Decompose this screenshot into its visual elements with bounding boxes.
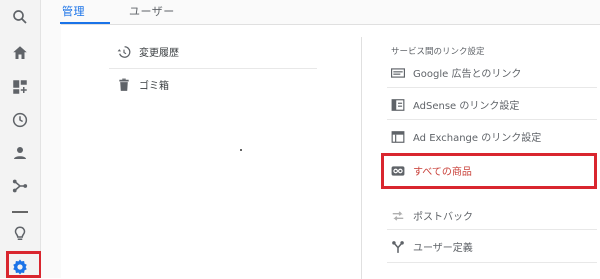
stray-dot — [240, 149, 242, 151]
realtime-icon[interactable] — [11, 111, 29, 129]
home-icon[interactable] — [11, 44, 29, 62]
column-divider — [361, 37, 362, 279]
right-separator — [387, 229, 597, 230]
adsense-label: AdSense のリンク設定 — [413, 101, 520, 112]
google-ads-label: Google 広告とのリンク — [413, 69, 522, 80]
ad-exchange-icon — [391, 130, 405, 144]
change-history-link[interactable]: 変更履歴 — [117, 44, 179, 59]
right-separator — [387, 262, 597, 263]
google-ads-link[interactable]: Google 広告とのリンク — [391, 65, 521, 80]
postback-icon — [391, 209, 405, 223]
google-ads-icon — [391, 66, 405, 80]
trash-link[interactable]: ゴミ箱 — [117, 77, 169, 92]
audience-icon[interactable] — [11, 144, 29, 162]
change-history-label: 変更履歴 — [139, 48, 179, 59]
right-separator — [387, 87, 597, 88]
ad-exchange-link[interactable]: Ad Exchange のリンク設定 — [391, 129, 541, 144]
all-products-highlight-box — [381, 153, 597, 189]
adsense-icon — [391, 98, 405, 112]
adsense-link[interactable]: AdSense のリンク設定 — [391, 97, 519, 112]
right-separator — [387, 119, 597, 120]
custom-definition-icon — [391, 240, 405, 254]
left-separator — [109, 68, 317, 69]
customization-icon[interactable] — [11, 78, 29, 96]
postback-link[interactable]: ポストバック — [391, 208, 473, 223]
settings-highlight-box — [6, 251, 42, 278]
tab-admin[interactable]: 管理 — [62, 3, 85, 19]
custom-definitions-label: ユーザー定義 — [413, 243, 473, 254]
tab-bar: 管理 ユーザー — [41, 0, 600, 24]
trash-icon — [117, 78, 131, 92]
tab-user[interactable]: ユーザー — [129, 3, 175, 19]
history-icon — [117, 45, 131, 59]
trash-label: ゴミ箱 — [139, 81, 169, 92]
ad-exchange-label: Ad Exchange のリンク設定 — [413, 133, 542, 144]
postback-label: ポストバック — [413, 212, 473, 223]
admin-main: 管理 ユーザー 変更履歴 ゴミ箱 サービス間のリンク設定 Google 広告との — [41, 0, 600, 279]
custom-definitions-link[interactable]: ユーザー定義 — [391, 239, 473, 254]
admin-panel: 変更履歴 ゴミ箱 サービス間のリンク設定 Google 広告とのリンク AdSe… — [61, 24, 600, 279]
discover-icon[interactable] — [11, 225, 29, 243]
section-title-product-links: サービス間のリンク設定 — [391, 47, 485, 57]
rail-divider — [12, 211, 28, 213]
search-icon[interactable] — [11, 8, 29, 26]
left-nav-rail — [0, 0, 41, 278]
acquisition-icon[interactable] — [11, 177, 29, 195]
